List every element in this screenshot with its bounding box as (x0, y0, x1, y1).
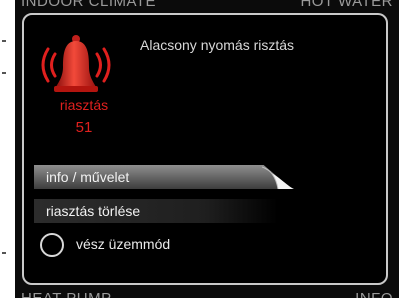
menu-item-info-action[interactable]: info / művelet (34, 165, 292, 189)
tab-info[interactable]: INFO (355, 288, 393, 298)
radio-button[interactable] (40, 233, 64, 257)
side-tick (2, 72, 6, 74)
alarm-title: Alacsony nyomás risztás (140, 37, 295, 53)
alarm-bell-icon (34, 33, 118, 103)
side-tick (2, 40, 6, 42)
alarm-code: 51 (75, 119, 93, 136)
alarm-label: riasztás (59, 97, 109, 113)
tab-hot-water[interactable]: HOT WATER (300, 0, 393, 10)
side-tick (2, 252, 6, 254)
page-curl-icon (261, 166, 294, 189)
tab-heat-pump[interactable]: HEAT PUMP (21, 288, 112, 298)
alarm-screen: Alacsony nyomás risztás riasztás 51 info… (22, 13, 388, 285)
emergency-mode-label: vész üzemmód (76, 236, 171, 252)
menu-item-reset-alarm[interactable]: riasztás törlése (34, 199, 278, 223)
tab-indoor-climate[interactable]: INDOOR CLIMATE (21, 0, 156, 10)
